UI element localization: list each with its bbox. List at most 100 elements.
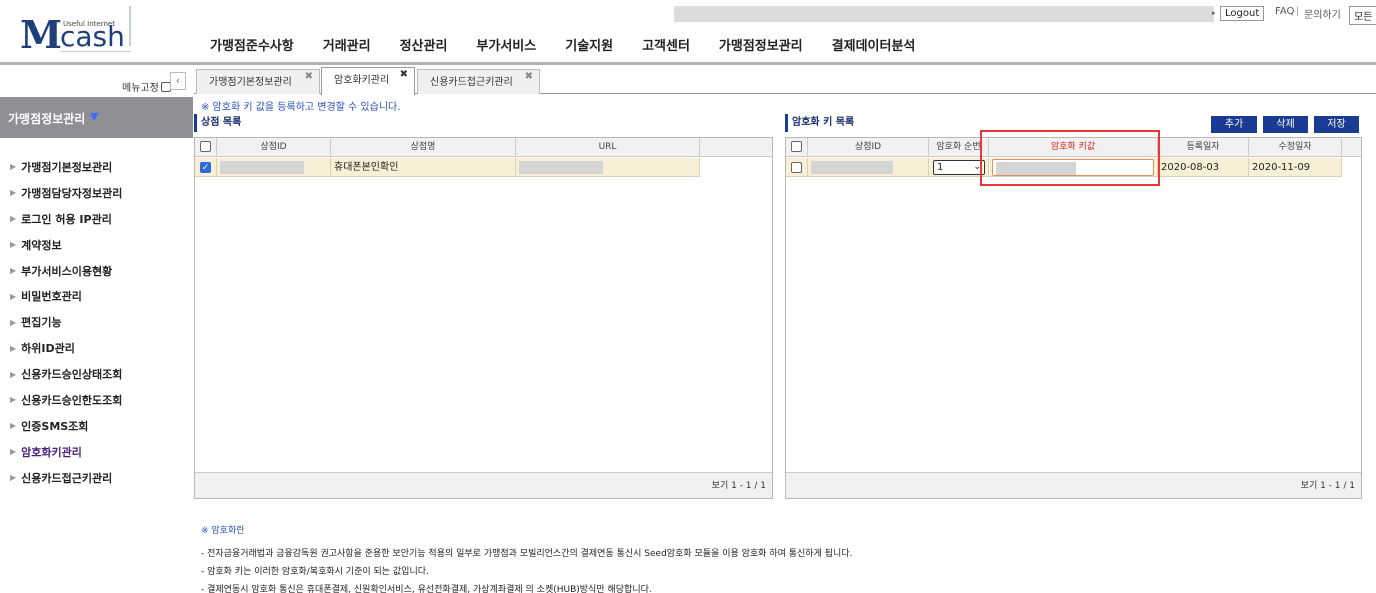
info-line: - 암호화 키는 이러한 암호화/복호화시 기준이 되는 값입니다. bbox=[201, 567, 429, 577]
add-button[interactable]: 추가 bbox=[1211, 116, 1257, 133]
select-all-checkbox[interactable] bbox=[791, 141, 802, 152]
sidebar-section-title: 가맹점정보관리 bbox=[8, 112, 86, 126]
url-cell bbox=[516, 158, 700, 177]
nav-item-merchant-info[interactable]: 가맹점정보관리 bbox=[719, 35, 803, 54]
nav-item-customer-center[interactable]: 고객센터 bbox=[642, 35, 690, 54]
col-reg-date[interactable]: 등록일자 bbox=[1158, 138, 1249, 157]
sidebar-item-addon-usage[interactable]: ▶ 부가서비스이용현황 bbox=[10, 258, 122, 284]
arrow-right-icon: ▶ bbox=[10, 395, 17, 405]
store-name-cell: 휴대폰본인확인 bbox=[331, 158, 516, 177]
sidebar-item-card-approval-status[interactable]: ▶ 신용카드승인상태조회 bbox=[10, 361, 122, 387]
store-grid-pager: 보기 1 - 1 / 1 bbox=[195, 472, 772, 498]
logo-cash: cash bbox=[60, 20, 125, 53]
sidebar-menu: ▶ 가맹점기본정보관리 ▶ 가맹점담당자정보관리 ▶ 로그인 허용 IP관리 ▶ 계약정… bbox=[10, 154, 122, 491]
arrow-right-icon: ▶ bbox=[10, 421, 17, 431]
arrow-right-icon: ▶ bbox=[10, 343, 17, 353]
header-divider bbox=[0, 62, 1376, 65]
sidebar-item-sub-id[interactable]: ▶ 하위ID관리 bbox=[10, 335, 122, 361]
sidebar-item-merchant-basic-info[interactable]: ▶ 가맹점기본정보관리 bbox=[10, 154, 122, 180]
row-checkbox[interactable]: ✓ bbox=[200, 161, 211, 173]
tab-bar: 가맹점기본정보관리 ✖ 암호화키관리 ✖ 신용카드접근키관리 ✖ bbox=[194, 67, 1376, 95]
store-id-cell bbox=[808, 158, 929, 177]
reg-date-cell: 2020-08-03 bbox=[1158, 158, 1249, 177]
close-icon[interactable]: ✖ bbox=[305, 70, 313, 84]
sidebar-item-merchant-contact-info[interactable]: ▶ 가맹점담당자정보관리 bbox=[10, 180, 122, 206]
info-title: ※ 암호화란 bbox=[201, 526, 245, 536]
arrow-right-icon: ▶ bbox=[10, 162, 17, 172]
sidebar-item-card-approval-limit[interactable]: ▶ 신용카드승인한도조회 bbox=[10, 387, 122, 413]
sidebar-item-edit[interactable]: ▶ 편집기능 bbox=[10, 309, 122, 335]
redacted-store-id bbox=[220, 160, 304, 174]
col-store-name[interactable]: 상점명 bbox=[331, 138, 516, 157]
menu-fix-label: 메뉴고정 bbox=[122, 83, 159, 94]
util-divider: | bbox=[1296, 6, 1300, 17]
select-all-checkbox[interactable] bbox=[200, 141, 211, 152]
mod-date-cell: 2020-11-09 bbox=[1249, 158, 1342, 177]
arrow-right-icon: ▶ bbox=[10, 266, 17, 275]
nav-item-compliance[interactable]: 가맹점준수사항 bbox=[210, 35, 294, 54]
key-list-title: 암호화 키 목록 bbox=[785, 114, 854, 132]
nav-item-payment-analytics[interactable]: 결제데이터분석 bbox=[832, 35, 916, 54]
notice-text: ※ 암호화 키 값을 등록하고 변경할 수 있습니다. bbox=[201, 102, 401, 113]
col-url[interactable]: URL bbox=[516, 138, 700, 157]
store-list-title: 상점 목록 bbox=[194, 114, 241, 132]
sidebar-section-header[interactable]: 가맹점정보관리 ▼ bbox=[0, 97, 193, 138]
row-checkbox[interactable] bbox=[791, 161, 802, 173]
nav-item-settlement[interactable]: 정산관리 bbox=[400, 35, 448, 54]
tab-card-access-key[interactable]: 신용카드접근키관리 ✖ bbox=[417, 69, 540, 94]
store-grid-header: 상점ID 상점명 URL bbox=[195, 138, 772, 157]
arrow-right-icon: ▶ bbox=[10, 317, 17, 327]
encryption-info: ※ 암호화란 - 전자금융거래법과 금융감독원 권고사항을 준용한 보안기능 적… bbox=[201, 525, 852, 593]
arrow-right-icon: ▶ bbox=[10, 240, 17, 250]
info-line: - 전자금융거래법과 금융감독원 권고사항을 준용한 보안기능 적용의 일부로 … bbox=[201, 549, 853, 559]
key-seq-select[interactable]: 1 ⌄ bbox=[933, 160, 985, 175]
info-line: - 결제연동시 암호화 통신은 휴대폰결제, 신원확인서비스, 유선전화결제, … bbox=[201, 585, 652, 593]
redacted-user-info bbox=[674, 6, 1214, 22]
sidebar-item-encryption-key[interactable]: ▶ 암호화키관리 bbox=[10, 439, 122, 465]
col-store-id[interactable]: 상점ID bbox=[808, 138, 929, 157]
nav-item-transactions[interactable]: 거래관리 bbox=[323, 35, 371, 54]
nav-item-addon-services[interactable]: 부가서비스 bbox=[476, 35, 536, 54]
save-button[interactable]: 저장 bbox=[1314, 116, 1359, 133]
sidebar-item-password[interactable]: ▶ 비밀번호관리 bbox=[10, 283, 122, 309]
arrow-right-icon: ▶ bbox=[10, 291, 17, 301]
store-list-grid: 상점ID 상점명 URL ✓ 휴대폰본인확인 보기 1 - 1 / 1 bbox=[194, 137, 773, 499]
top-nav: 가맹점준수사항 거래관리 정산관리 부가서비스 기술지원 고객센터 가맹점정보관… bbox=[210, 35, 915, 54]
close-icon[interactable]: ✖ bbox=[400, 68, 408, 82]
tab-merchant-basic-info[interactable]: 가맹점기본정보관리 ✖ bbox=[196, 69, 320, 94]
tab-encryption-key[interactable]: 암호화키관리 ✖ bbox=[321, 67, 415, 95]
arrow-right-icon: ▶ bbox=[10, 369, 17, 379]
arrow-right-icon: ▶ bbox=[10, 473, 17, 483]
sidebar-item-sms-auth[interactable]: ▶ 인증SMS조회 bbox=[10, 413, 122, 439]
key-value-highlight bbox=[980, 130, 1160, 186]
bullet-icon: ▸ bbox=[1212, 9, 1216, 17]
col-mod-date[interactable]: 수정일자 bbox=[1249, 138, 1342, 157]
mcash-logo[interactable]: Useful Internet M cash bbox=[20, 6, 135, 57]
select-all-cell bbox=[786, 138, 808, 157]
faq-link[interactable]: FAQ bbox=[1275, 6, 1294, 17]
select-all-cell bbox=[195, 138, 217, 157]
logout-button[interactable]: Logout bbox=[1220, 6, 1265, 21]
sidebar-collapse-button[interactable]: ‹ bbox=[170, 72, 186, 90]
key-grid-pager: 보기 1 - 1 / 1 bbox=[786, 472, 1361, 498]
redacted-url bbox=[519, 160, 603, 174]
store-id-cell bbox=[217, 158, 331, 177]
row-select-cell bbox=[786, 158, 808, 177]
inquiry-link[interactable]: 문의하기 bbox=[1304, 6, 1341, 21]
delete-button[interactable]: 삭제 bbox=[1263, 116, 1308, 133]
col-store-id[interactable]: 상점ID bbox=[217, 138, 331, 157]
sidebar-item-login-ip[interactable]: ▶ 로그인 허용 IP관리 bbox=[10, 206, 122, 232]
arrow-right-icon: ▶ bbox=[10, 447, 17, 457]
logo-underline bbox=[60, 51, 131, 52]
row-select-cell: ✓ bbox=[195, 158, 217, 177]
redacted-store-id bbox=[811, 160, 893, 174]
logo-m: M bbox=[20, 12, 63, 57]
menu-fix-toggle[interactable]: 메뉴고정 bbox=[122, 79, 171, 94]
all-menu-button[interactable]: 모든 bbox=[1349, 6, 1376, 25]
table-row[interactable]: ✓ 휴대폰본인확인 bbox=[195, 158, 700, 177]
sidebar-item-card-access-key[interactable]: ▶ 신용카드접근키관리 bbox=[10, 465, 122, 491]
key-list-grid: 상점ID 암호화 순번 암호화 키값 등록일자 수정일자 1 ⌄ 2020-08… bbox=[785, 137, 1362, 499]
close-icon[interactable]: ✖ bbox=[525, 70, 533, 84]
nav-item-tech-support[interactable]: 기술지원 bbox=[565, 35, 613, 54]
sidebar-item-contract-info[interactable]: ▶ 계약정보 bbox=[10, 232, 122, 258]
